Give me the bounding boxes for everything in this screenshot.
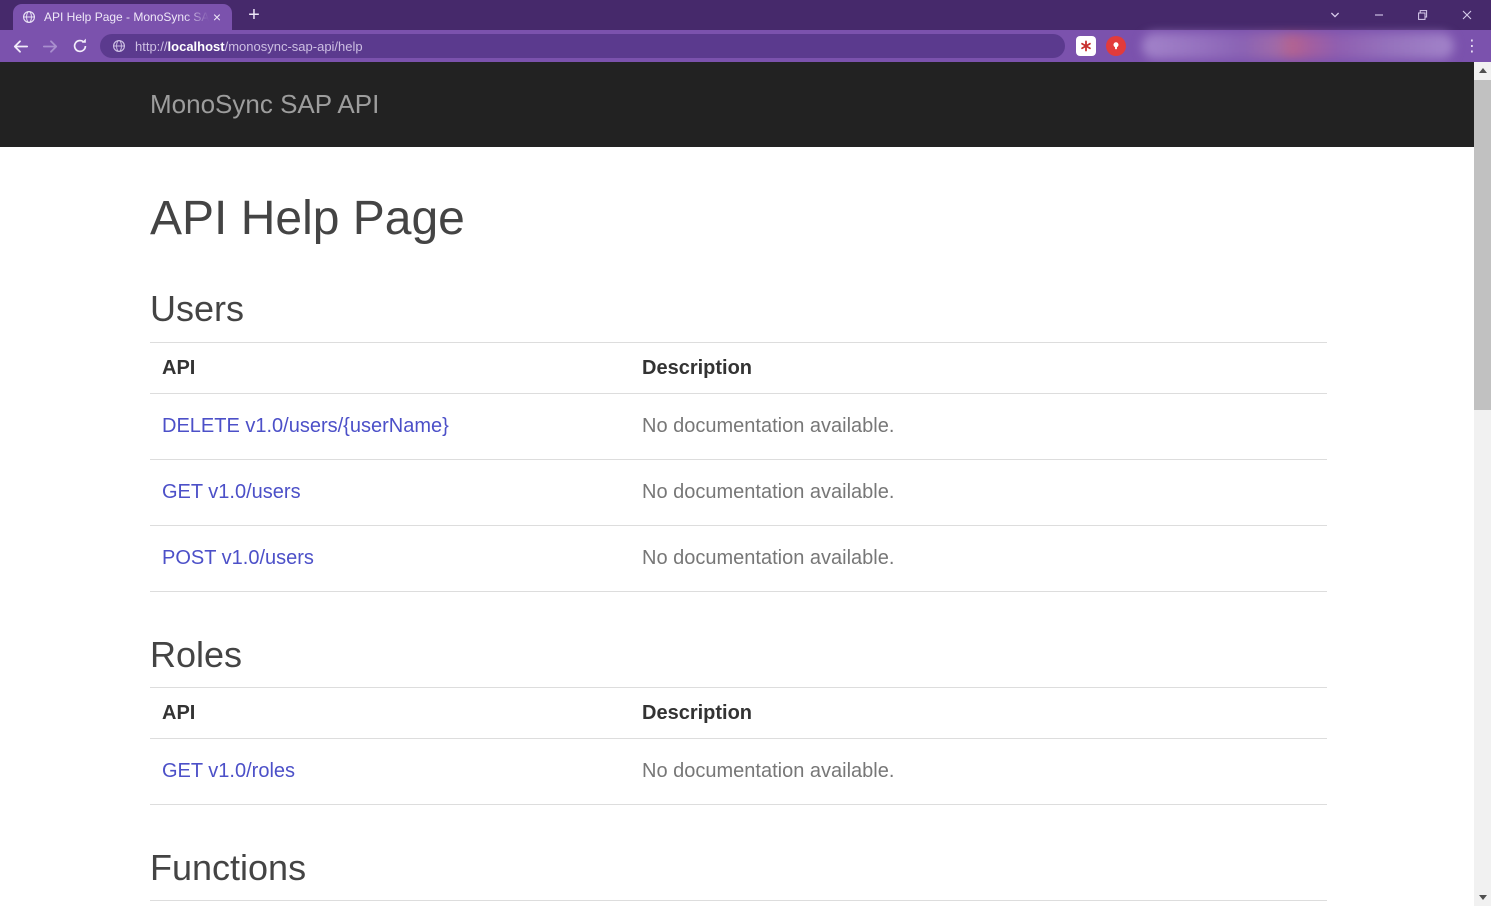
reload-button-icon[interactable] <box>70 36 90 56</box>
api-link-get-roles[interactable]: GET v1.0/roles <box>162 760 295 782</box>
browser-window: API Help Page - MonoSync SAP A × + <box>0 0 1491 906</box>
window-controls <box>1313 0 1489 30</box>
url-scheme: http:// <box>135 39 168 54</box>
page-title: API Help Page <box>150 191 1327 246</box>
url-host: localhost <box>168 39 225 54</box>
column-header-api: API <box>150 342 630 393</box>
bulb-extension-icon[interactable] <box>1106 36 1126 56</box>
browser-toolbar: http://localhost/monosync-sap-api/help ⋮ <box>0 30 1491 62</box>
lastpass-extension-icon[interactable] <box>1076 36 1096 56</box>
forward-button-icon[interactable] <box>40 36 60 56</box>
api-description: No documentation available. <box>630 459 1327 525</box>
url-path: /monosync-sap-api/help <box>225 39 363 54</box>
scrollbar-thumb[interactable] <box>1474 80 1491 410</box>
back-button-icon[interactable] <box>10 36 30 56</box>
table-row: GET v1.0/roles No documentation availabl… <box>150 738 1327 804</box>
blurred-profile-area[interactable] <box>1142 33 1454 59</box>
column-header-description: Description <box>630 342 1327 393</box>
column-header-description: Description <box>630 687 1327 738</box>
site-info-globe-icon[interactable] <box>112 39 126 53</box>
section-heading-functions: Functions <box>150 847 1327 888</box>
users-api-table: API Description DELETE v1.0/users/{userN… <box>150 342 1327 592</box>
table-header-row: API Description <box>150 342 1327 393</box>
scrollbar-up-arrow-icon[interactable] <box>1474 62 1491 79</box>
address-bar[interactable]: http://localhost/monosync-sap-api/help <box>100 34 1065 58</box>
browser-tab[interactable]: API Help Page - MonoSync SAP A × <box>13 4 232 30</box>
api-description: No documentation available. <box>630 738 1327 804</box>
site-navbar: MonoSync SAP API <box>0 62 1474 147</box>
column-header-api: API <box>150 687 630 738</box>
api-link-post-users[interactable]: POST v1.0/users <box>162 547 314 569</box>
vertical-scrollbar[interactable] <box>1474 62 1491 906</box>
browser-menu-icon[interactable]: ⋮ <box>1462 34 1482 58</box>
tab-title: API Help Page - MonoSync SAP A <box>44 10 209 24</box>
api-description: No documentation available. <box>630 393 1327 459</box>
navbar-brand[interactable]: MonoSync SAP API <box>0 62 379 147</box>
minimize-icon[interactable] <box>1357 0 1401 30</box>
page-content: API Help Page Users API Description DELE… <box>0 191 1327 901</box>
scrollbar-down-arrow-icon[interactable] <box>1474 889 1491 906</box>
new-tab-button[interactable]: + <box>241 3 267 28</box>
api-link-delete-users[interactable]: DELETE v1.0/users/{userName} <box>162 415 449 437</box>
section-heading-users: Users <box>150 288 1327 329</box>
close-icon[interactable] <box>1445 0 1489 30</box>
functions-table-top-border <box>150 900 1327 901</box>
table-row: GET v1.0/users No documentation availabl… <box>150 459 1327 525</box>
tab-search-chevron-icon[interactable] <box>1313 0 1357 30</box>
browser-titlebar: API Help Page - MonoSync SAP A × + <box>0 0 1491 30</box>
table-header-row: API Description <box>150 687 1327 738</box>
restore-icon[interactable] <box>1401 0 1445 30</box>
api-link-get-users[interactable]: GET v1.0/users <box>162 481 301 503</box>
url-text: http://localhost/monosync-sap-api/help <box>135 39 363 54</box>
section-heading-roles: Roles <box>150 634 1327 675</box>
page-viewport: MonoSync SAP API API Help Page Users API… <box>0 62 1474 906</box>
table-row: POST v1.0/users No documentation availab… <box>150 525 1327 591</box>
table-row: DELETE v1.0/users/{userName} No document… <box>150 393 1327 459</box>
globe-favicon-icon <box>22 10 36 24</box>
api-description: No documentation available. <box>630 525 1327 591</box>
tab-close-icon[interactable]: × <box>209 9 225 25</box>
roles-api-table: API Description GET v1.0/roles No docume… <box>150 687 1327 805</box>
